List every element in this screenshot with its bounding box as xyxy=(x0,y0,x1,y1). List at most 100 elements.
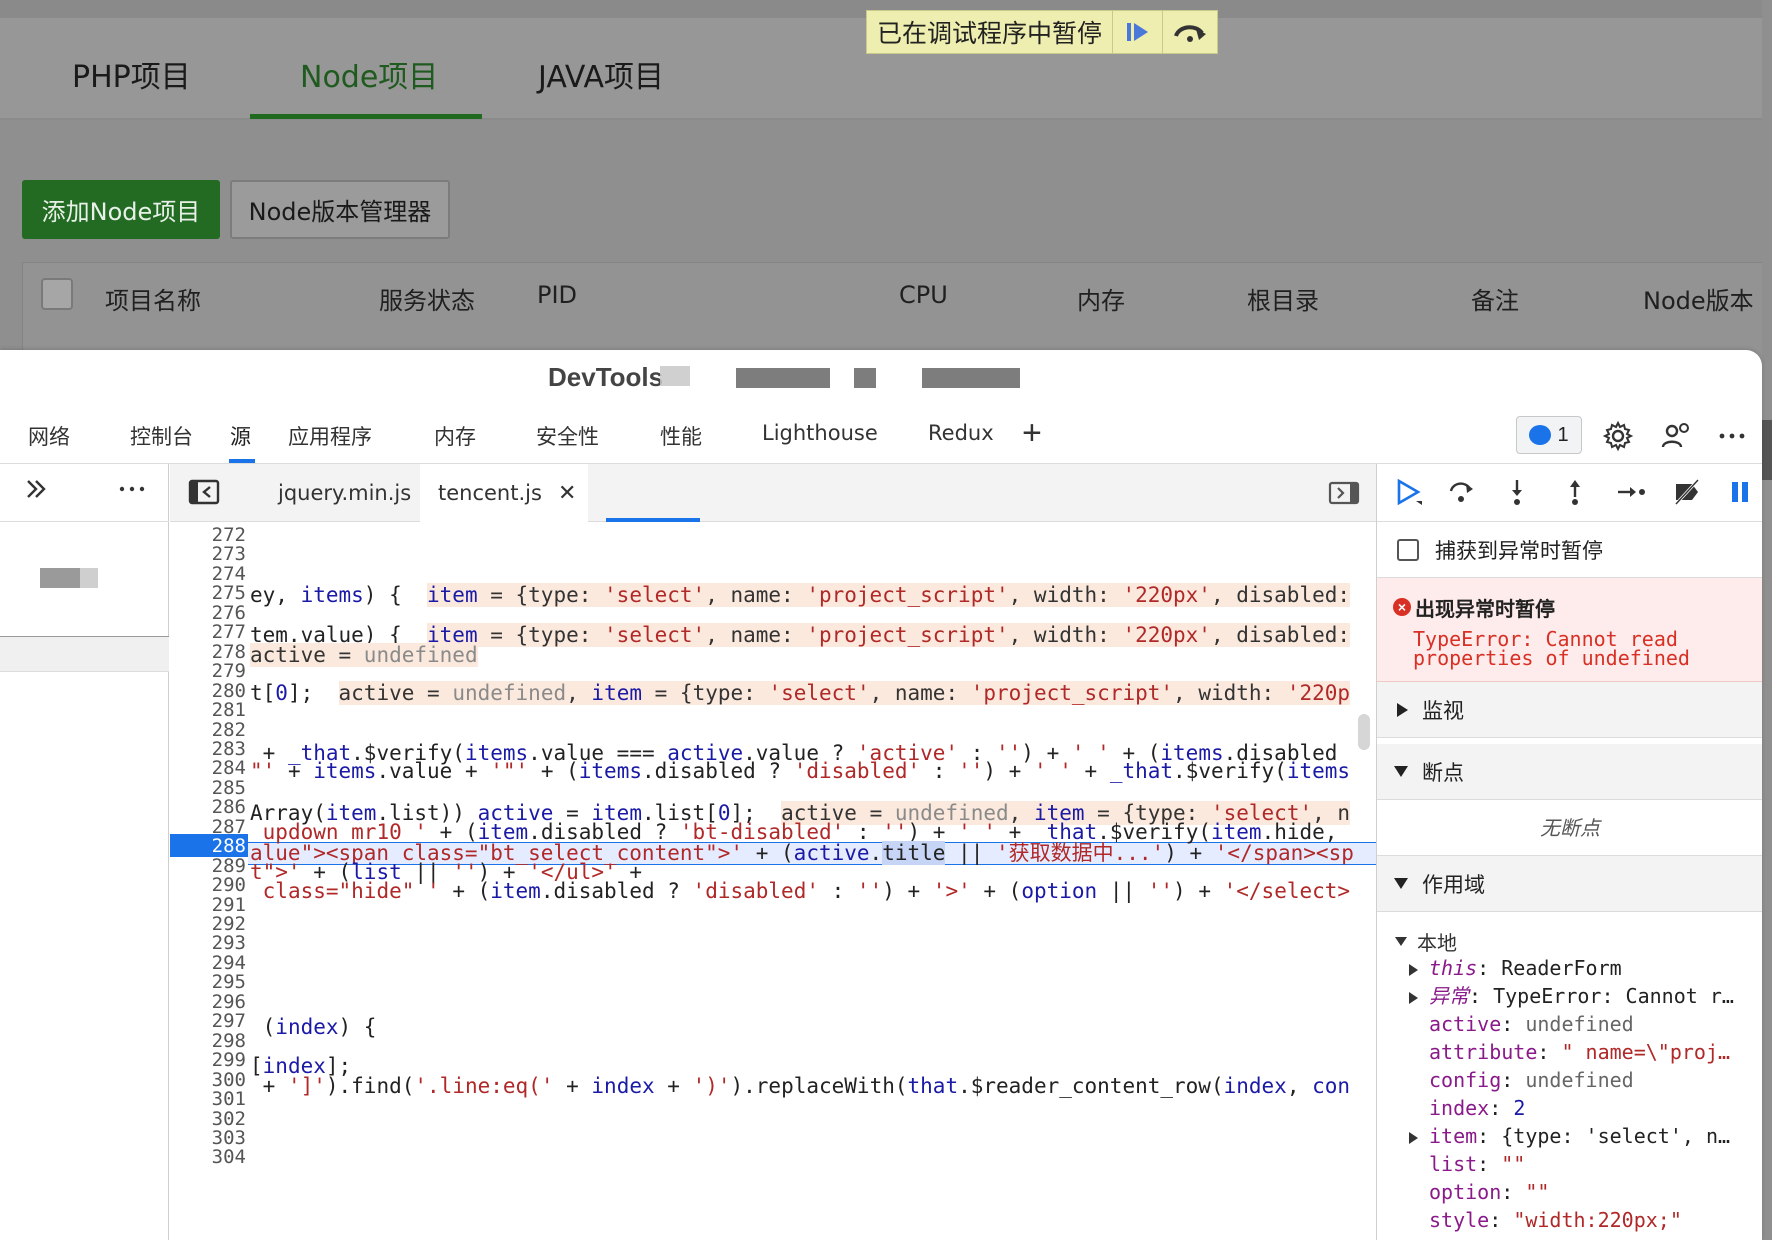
local-scope-label: 本地 xyxy=(1417,931,1457,955)
no-breakpoints-text: 无断点 xyxy=(1377,800,1762,856)
expand-arrow-icon[interactable] xyxy=(1409,964,1418,976)
blurred-region xyxy=(660,366,690,386)
scope-var-index[interactable]: index: 2 xyxy=(1429,1096,1762,1120)
page-scrollbar-thumb[interactable] xyxy=(1762,420,1772,480)
devtools-title-bar: DevTools xyxy=(0,350,1762,402)
step-out-icon[interactable] xyxy=(1555,472,1595,512)
devtools-tab-bar: 网络 控制台 源 应用程序 内存 安全性 性能 Lighthouse Redux xyxy=(0,402,1762,464)
code-area: ey, items) { item = {type: 'select', nam… xyxy=(248,522,1376,1240)
expand-chevrons-icon[interactable] xyxy=(24,476,48,507)
active-tab-indicator xyxy=(250,114,482,119)
tab-sources[interactable]: 源 xyxy=(230,421,251,451)
col-pid: PID xyxy=(537,281,578,309)
tab-console[interactable]: 控制台 xyxy=(130,421,193,451)
step-over-button[interactable] xyxy=(1163,11,1217,53)
collapse-arrow-icon xyxy=(1395,937,1407,946)
scope-var-option[interactable]: option: "" xyxy=(1429,1180,1762,1204)
scope-label: 作用域 xyxy=(1422,872,1485,897)
file-tab-label: tencent.js xyxy=(438,481,542,505)
step-over-icon xyxy=(1174,25,1207,42)
resume-button[interactable] xyxy=(1113,11,1164,53)
code-editor: jquery.min.js tencent.js ✕ 272 273 274 275 2… xyxy=(170,464,1376,1240)
scope-var-style[interactable]: style: "width:220px;" xyxy=(1429,1208,1762,1232)
scope-var-attribute[interactable]: attribute: " name=\"proj… xyxy=(1429,1040,1762,1064)
paused-text: 已在调试程序中暂停 xyxy=(867,11,1114,53)
tab-java-projects[interactable]: JAVA项目 xyxy=(538,52,664,96)
tab-php-projects[interactable]: PHP项目 xyxy=(72,52,191,96)
line-number[interactable]: 304 xyxy=(170,1146,246,1168)
step-into-icon[interactable] xyxy=(1497,472,1537,512)
file-tab-bar: jquery.min.js tencent.js ✕ xyxy=(170,464,1376,522)
blurred-region xyxy=(922,368,1020,388)
tab-security[interactable]: 安全性 xyxy=(536,421,599,451)
watch-label: 监视 xyxy=(1422,698,1464,723)
tab-node-projects[interactable]: Node项目 xyxy=(300,52,438,96)
tab-redux[interactable]: Redux xyxy=(928,421,994,445)
scope-var-this[interactable]: this: ReaderForm xyxy=(1429,956,1762,980)
toggle-navigator-icon[interactable] xyxy=(188,478,220,511)
expand-arrow-icon xyxy=(1397,702,1408,717)
expand-arrow-icon[interactable] xyxy=(1409,1132,1418,1144)
more-options-icon[interactable] xyxy=(1712,416,1752,456)
navigator-more-icon[interactable] xyxy=(116,476,148,507)
devtools-active-tab-indicator xyxy=(229,459,255,463)
close-icon[interactable]: ✕ xyxy=(558,481,576,506)
tab-memory[interactable]: 内存 xyxy=(434,421,476,451)
node-version-manager-button[interactable]: Node版本管理器 xyxy=(230,180,450,239)
scope-var-item[interactable]: item: {type: 'select', n… xyxy=(1429,1124,1762,1148)
debugger-paused-banner: 已在调试程序中暂停 xyxy=(866,10,1219,54)
scope-section-header[interactable]: 作用域 xyxy=(1377,856,1762,912)
expand-arrow-icon[interactable] xyxy=(1409,992,1418,1004)
line-number-gutter: 272 273 274 275 276 277 278 279 280 281 282 283 284 2… xyxy=(170,522,248,1240)
resume-icon xyxy=(1126,23,1148,41)
code-line: class="hide" ' + (item.disabled ? 'disab… xyxy=(262,879,1351,903)
step-icon[interactable] xyxy=(1611,472,1651,512)
col-root-dir: 根目录 xyxy=(1247,287,1319,315)
scope-var-config[interactable]: config: undefined xyxy=(1429,1068,1762,1092)
col-cpu: CPU xyxy=(899,281,948,309)
code-line: updown mr10 ' + (item.disabled ? 'bt-dis… xyxy=(262,820,1338,844)
customize-user-icon[interactable] xyxy=(1656,416,1696,456)
blurred-region xyxy=(80,568,98,588)
col-remark: 备注 xyxy=(1471,287,1519,315)
project-table-header: 项目名称 服务状态 PID CPU 内存 根目录 备注 Node版本 xyxy=(22,262,1772,362)
breakpoints-section-header[interactable]: 断点 xyxy=(1377,744,1762,800)
tab-network[interactable]: 网络 xyxy=(28,421,70,451)
issues-badge[interactable]: 1 xyxy=(1516,416,1582,454)
file-tab-jquery[interactable]: jquery.min.js xyxy=(258,464,431,522)
deactivate-breakpoints-icon[interactable] xyxy=(1667,472,1707,512)
tab-lighthouse[interactable]: Lighthouse xyxy=(762,421,878,445)
code-line: t[0]; active = undefined, item = {type: … xyxy=(250,681,1351,705)
toggle-debugger-icon[interactable] xyxy=(1328,480,1360,511)
pause-on-exceptions-icon[interactable] xyxy=(1721,472,1761,512)
more-tabs-plus-icon[interactable]: + xyxy=(1022,414,1042,453)
code-line: active = undefined xyxy=(250,643,478,667)
pause-on-caught-checkbox[interactable] xyxy=(1397,538,1419,561)
devtools-title: DevTools xyxy=(548,362,664,392)
tab-application[interactable]: 应用程序 xyxy=(288,421,372,451)
pause-on-caught-label: 捕获到异常时暂停 xyxy=(1435,538,1603,563)
tab-performance[interactable]: 性能 xyxy=(660,421,702,451)
add-node-project-button[interactable]: 添加Node项目 xyxy=(22,180,220,239)
local-scope-header[interactable]: 本地 xyxy=(1395,927,1457,956)
editor-scrollbar-thumb[interactable] xyxy=(1358,714,1370,750)
pause-on-caught-row[interactable]: 捕获到异常时暂停 xyxy=(1377,522,1762,578)
scope-var-active[interactable]: active: undefined xyxy=(1429,1012,1762,1036)
page-scrollbar[interactable] xyxy=(1762,0,1772,1240)
scope-var-exception[interactable]: 异常: TypeError: Cannot r… xyxy=(1429,984,1762,1008)
file-tab-tencent[interactable]: tencent.js ✕ xyxy=(420,464,589,522)
scope-var-list[interactable]: list: "" xyxy=(1429,1152,1762,1176)
code-line: ey, items) { item = {type: 'select', nam… xyxy=(250,583,1351,607)
col-memory: 内存 xyxy=(1077,287,1125,315)
step-over-icon[interactable] xyxy=(1441,472,1481,512)
settings-gear-icon[interactable] xyxy=(1598,416,1638,456)
issues-count: 1 xyxy=(1557,423,1569,446)
exception-message: TypeError: Cannot read properties of und… xyxy=(1413,627,1690,670)
code-line: + ']').find('.line:eq(' + index + ')').r… xyxy=(250,1074,1351,1098)
watch-section-header[interactable]: 监视 xyxy=(1377,682,1762,738)
select-all-checkbox[interactable] xyxy=(41,278,73,310)
debugger-toolbar xyxy=(1377,464,1762,522)
col-service-status: 服务状态 xyxy=(379,287,475,315)
resume-icon[interactable] xyxy=(1389,472,1429,512)
code-line: (index) { xyxy=(250,1015,377,1039)
